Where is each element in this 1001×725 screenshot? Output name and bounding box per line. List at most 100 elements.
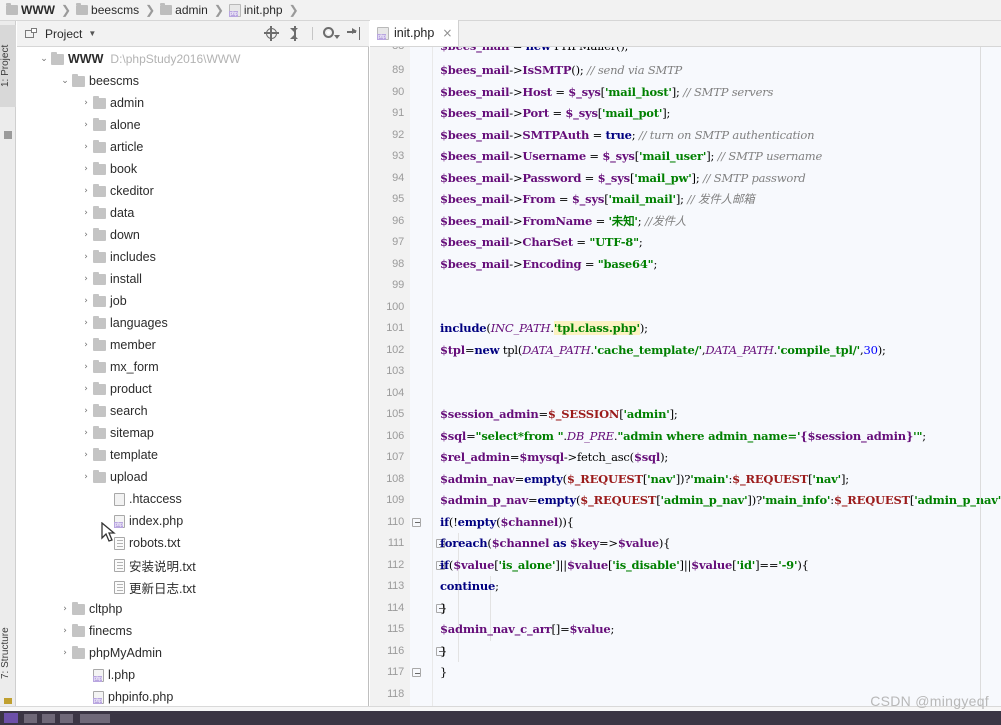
- taskbar-item[interactable]: [80, 714, 110, 723]
- taskbar-item[interactable]: [42, 714, 55, 723]
- code-line[interactable]: 107 $rel_admin=$mysql->fetch_asc($sql);: [370, 447, 1001, 469]
- close-icon[interactable]: ×: [442, 26, 452, 40]
- code-line[interactable]: 100: [370, 297, 1001, 319]
- code-line[interactable]: 92 $bees_mail->SMTPAuth = true; // turn o…: [370, 125, 1001, 147]
- code-line[interactable]: 116 }: [370, 640, 1001, 662]
- code-line[interactable]: 114 }: [370, 597, 1001, 619]
- code-line[interactable]: 93 $bees_mail->Username = $_sys['mail_use…: [370, 146, 1001, 168]
- chevron-right-icon[interactable]: ›: [79, 180, 93, 202]
- code-line[interactable]: 105 $session_admin=$_SESSION['admin'];: [370, 404, 1001, 426]
- chevron-right-icon[interactable]: ›: [79, 114, 93, 136]
- chevron-right-icon[interactable]: ›: [79, 224, 93, 246]
- chevron-right-icon[interactable]: ›: [79, 268, 93, 290]
- chevron-right-icon[interactable]: ›: [79, 422, 93, 444]
- code-line[interactable]: 117}: [370, 662, 1001, 684]
- chevron-right-icon[interactable]: ›: [79, 92, 93, 114]
- code-fold-toggle-icon[interactable]: [412, 668, 421, 677]
- os-taskbar[interactable]: [0, 711, 1001, 725]
- tree-file-row[interactable]: › 更新日志.txt: [17, 576, 361, 598]
- taskbar-item[interactable]: [24, 714, 37, 723]
- code-line[interactable]: 104: [370, 383, 1001, 405]
- chevron-right-icon[interactable]: ›: [79, 290, 93, 312]
- tree-folder-row[interactable]: › ckeditor: [17, 180, 361, 202]
- breadcrumb-item-admin[interactable]: admin: [160, 3, 208, 17]
- chevron-right-icon[interactable]: ›: [79, 246, 93, 268]
- chevron-right-icon[interactable]: ›: [79, 312, 93, 334]
- code-line[interactable]: 106 $sql="select*from ".DB_PRE."admin whe…: [370, 426, 1001, 448]
- code-fold-toggle-icon[interactable]: [412, 517, 421, 527]
- code-line[interactable]: 113 continue;: [370, 576, 1001, 598]
- breadcrumb-item-init-php[interactable]: init.php: [228, 3, 283, 17]
- tree-folder-row[interactable]: › mx_form: [17, 356, 361, 378]
- chevron-right-icon[interactable]: ›: [79, 378, 93, 400]
- tree-folder-row[interactable]: › job: [17, 290, 361, 312]
- chevron-right-icon[interactable]: ›: [79, 356, 93, 378]
- taskbar-item[interactable]: [60, 714, 73, 723]
- gear-icon[interactable]: [322, 26, 340, 41]
- chevron-down-icon[interactable]: ⌄: [37, 48, 51, 70]
- start-button-icon[interactable]: [4, 713, 18, 723]
- code-line[interactable]: 94 $bees_mail->Password = $_sys['mail_pw'…: [370, 168, 1001, 190]
- tree-folder-row[interactable]: › languages: [17, 312, 361, 334]
- tree-folder-row[interactable]: › search: [17, 400, 361, 422]
- code-line[interactable]: 110 if(!empty($channel)){: [370, 512, 1001, 534]
- breadcrumb-item-beescms[interactable]: beescms: [76, 3, 139, 17]
- code-line[interactable]: 115 $admin_nav_c_arr[]=$value;: [370, 619, 1001, 641]
- chevron-right-icon[interactable]: ›: [79, 334, 93, 356]
- code-viewport[interactable]: 88 $bees_mail = new PHPMailer(); 89 $bees_m…: [370, 47, 1001, 706]
- chevron-right-icon[interactable]: ›: [79, 400, 93, 422]
- terminal-tab-icon[interactable]: [4, 698, 12, 704]
- tree-file-row[interactable]: › 安装说明.txt: [17, 554, 361, 576]
- tree-folder-row[interactable]: › down: [17, 224, 361, 246]
- project-file-tree[interactable]: ⌄ WWW D:\phpStudy2016\WWW ⌄ beescms › admin › al…: [17, 48, 361, 706]
- tree-file-row[interactable]: › l.php: [17, 664, 361, 686]
- tree-folder-row[interactable]: ⌄ WWW D:\phpStudy2016\WWW: [17, 48, 361, 70]
- code-line[interactable]: 103: [370, 361, 1001, 383]
- code-line[interactable]: 95 $bees_mail->From = $_sys['mail_mail'];…: [370, 189, 1001, 211]
- tree-folder-row[interactable]: › admin: [17, 92, 361, 114]
- tree-file-row[interactable]: › phpinfo.php: [17, 686, 361, 706]
- tree-folder-row[interactable]: › phpMyAdmin: [17, 642, 361, 664]
- code-line[interactable]: 98 $bees_mail->Encoding = "base64";: [370, 254, 1001, 276]
- code-line[interactable]: 90 $bees_mail->Host = $_sys['mail_host'];…: [370, 82, 1001, 104]
- tree-folder-row[interactable]: › sitemap: [17, 422, 361, 444]
- chevron-right-icon[interactable]: ›: [58, 620, 72, 642]
- tree-folder-row[interactable]: › member: [17, 334, 361, 356]
- tree-folder-row[interactable]: › upload: [17, 466, 361, 488]
- code-line[interactable]: 99: [370, 275, 1001, 297]
- code-line[interactable]: 112 if($value['is_alone']||$value['is_di…: [370, 554, 1001, 576]
- chevron-down-icon[interactable]: ⌄: [58, 70, 72, 92]
- chevron-right-icon[interactable]: ›: [79, 466, 93, 488]
- tree-folder-row[interactable]: › finecms: [17, 620, 361, 642]
- collapse-all-icon[interactable]: [288, 26, 303, 41]
- tree-folder-row[interactable]: › install: [17, 268, 361, 290]
- code-line[interactable]: 89 $bees_mail->IsSMTP(); // send via SMTP: [370, 60, 1001, 82]
- tree-file-row[interactable]: › .htaccess: [17, 488, 361, 510]
- sidebar-tab-project[interactable]: 1: Project: [0, 25, 16, 107]
- sidebar-tab-structure[interactable]: 7: Structure: [0, 608, 16, 698]
- chevron-right-icon[interactable]: ›: [79, 136, 93, 158]
- tree-folder-row[interactable]: › template: [17, 444, 361, 466]
- hide-panel-icon[interactable]: [346, 26, 361, 41]
- chevron-right-icon[interactable]: ›: [58, 642, 72, 664]
- code-line[interactable]: 111 foreach($channel as $key=>$value){: [370, 533, 1001, 555]
- locate-in-tree-icon[interactable]: [264, 26, 279, 41]
- tree-folder-row[interactable]: ⌄ beescms: [17, 70, 361, 92]
- chevron-right-icon[interactable]: ›: [79, 444, 93, 466]
- code-line[interactable]: 91 $bees_mail->Port = $_sys['mail_pot'];: [370, 103, 1001, 125]
- code-line[interactable]: 96 $bees_mail->FromName = '未知'; //发件人: [370, 211, 1001, 233]
- code-line[interactable]: 101 include(INC_PATH.'tpl.class.php');: [370, 318, 1001, 340]
- tree-folder-row[interactable]: › cltphp: [17, 598, 361, 620]
- tree-folder-row[interactable]: › alone: [17, 114, 361, 136]
- chevron-right-icon[interactable]: ›: [58, 598, 72, 620]
- code-line[interactable]: 88 $bees_mail = new PHPMailer();: [370, 47, 1001, 60]
- tree-folder-row[interactable]: › book: [17, 158, 361, 180]
- chevron-right-icon[interactable]: ›: [79, 158, 93, 180]
- tree-folder-row[interactable]: › data: [17, 202, 361, 224]
- code-line[interactable]: 108 $admin_nav=empty($_REQUEST['nav'])?'m…: [370, 469, 1001, 491]
- chevron-down-icon[interactable]: ▼: [88, 29, 96, 38]
- tree-folder-row[interactable]: › product: [17, 378, 361, 400]
- chevron-right-icon[interactable]: ›: [79, 202, 93, 224]
- breadcrumb-item-www[interactable]: WWW: [6, 3, 55, 17]
- editor-tab-init-php[interactable]: init.php ×: [370, 20, 460, 46]
